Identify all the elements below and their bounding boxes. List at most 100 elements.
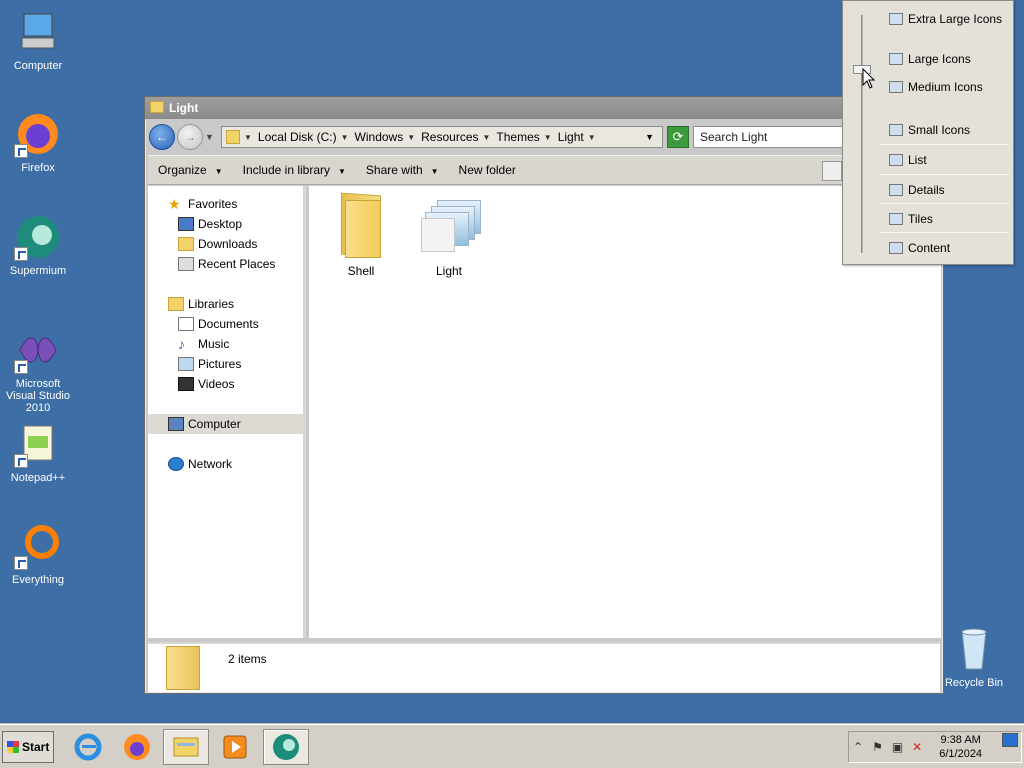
menu-item-list[interactable]: List — [889, 150, 927, 170]
chevron-down-icon: ▼ — [430, 167, 439, 176]
include-in-library-button[interactable]: Include in library ▼ — [243, 163, 346, 177]
view-menu[interactable]: Extra Large Icons Large Icons Medium Ico… — [842, 0, 1014, 265]
desktop-icon-everything[interactable]: Everything — [0, 522, 76, 586]
share-with-button[interactable]: Share with ▼ — [366, 163, 439, 177]
chevron-down-icon[interactable]: ▼ — [341, 133, 351, 142]
nav-label: Network — [188, 457, 233, 471]
desktop-icon-supermium[interactable]: Supermium — [0, 213, 76, 277]
computer-icon — [14, 8, 62, 56]
chevron-down-icon[interactable]: ▼ — [544, 133, 554, 142]
taskbar-supermium[interactable] — [263, 729, 309, 765]
taskbar-media-player[interactable] — [212, 729, 258, 765]
supermium-icon — [273, 734, 299, 760]
menu-item-small-icons[interactable]: Small Icons — [889, 120, 970, 140]
nav-documents[interactable]: Documents — [178, 314, 259, 334]
view-size-slider[interactable] — [861, 15, 863, 253]
menu-item-medium-icons[interactable]: Medium Icons — [889, 77, 983, 97]
organize-button[interactable]: Organize ▼ — [158, 163, 223, 177]
change-view-button[interactable] — [822, 161, 842, 181]
menu-item-large-icons[interactable]: Large Icons — [889, 49, 971, 69]
file-item-shell[interactable]: Shell — [321, 192, 401, 278]
breadcrumb-local-disk[interactable]: Local Disk (C:) — [254, 130, 341, 144]
nav-downloads[interactable]: Downloads — [178, 234, 257, 254]
action-center-flag-icon[interactable]: ⚑ — [872, 740, 883, 754]
show-hidden-icons-icon[interactable]: ⌃ — [853, 740, 863, 754]
pictures-icon — [178, 357, 194, 371]
everything-icon — [14, 522, 62, 570]
details-icon — [889, 184, 903, 196]
breadcrumb-themes[interactable]: Themes — [492, 130, 543, 144]
desktop-icon-visual-studio[interactable]: Microsoft Visual Studio 2010 — [0, 326, 76, 414]
system-tray: ⌃ ⚑ ▣ ✕ 9:38 AM 6/1/2024 — [848, 731, 1022, 763]
breadcrumb-windows[interactable]: Windows — [351, 130, 408, 144]
start-button[interactable]: Start — [2, 731, 54, 763]
chevron-down-icon[interactable]: ▼ — [588, 133, 598, 142]
shortcut-arrow-icon — [14, 556, 28, 570]
tiles-icon — [889, 213, 903, 225]
chevron-down-icon[interactable]: ▼ — [483, 133, 493, 142]
chevron-down-icon[interactable]: ▼ — [407, 133, 417, 142]
star-icon: ★ — [168, 196, 181, 212]
desktop-icon-recycle-bin[interactable]: Recycle Bin — [936, 625, 1012, 689]
back-button[interactable]: ← — [149, 124, 175, 150]
desktop-icon-firefox[interactable]: Firefox — [0, 110, 76, 174]
shortcut-arrow-icon — [14, 454, 28, 468]
show-desktop-icon[interactable] — [1002, 733, 1018, 747]
taskbar-firefox[interactable] — [114, 729, 160, 765]
nav-music[interactable]: ♪ Music — [178, 334, 229, 354]
nav-videos[interactable]: Videos — [178, 374, 234, 394]
menu-label: Small Icons — [908, 123, 971, 137]
theme-file-icon — [413, 194, 485, 254]
nav-favorites[interactable]: ★ Favorites — [168, 194, 237, 214]
nav-pictures[interactable]: Pictures — [178, 354, 241, 374]
desktop-icon-label: Supermium — [9, 265, 67, 277]
nav-label: Desktop — [198, 217, 243, 231]
nav-recent-places[interactable]: Recent Places — [178, 254, 275, 274]
file-item-light[interactable]: Light — [409, 194, 489, 278]
list-icon — [889, 154, 903, 166]
nav-libraries[interactable]: Libraries — [168, 294, 234, 314]
taskbar-internet-explorer[interactable] — [65, 729, 111, 765]
libraries-icon — [168, 297, 184, 311]
network-tray-icon[interactable]: ▣ — [892, 740, 903, 754]
visual-studio-icon — [14, 326, 62, 374]
address-dropdown-icon[interactable]: ▼ — [645, 132, 654, 142]
explorer-window[interactable]: Light ← → ▼ ▼ Local Disk (C:) ▼ Windows … — [144, 96, 944, 694]
title-bar[interactable]: Light — [145, 97, 943, 119]
firefox-icon — [14, 110, 62, 158]
address-bar-row: ← → ▼ ▼ Local Disk (C:) ▼ Windows ▼ Reso… — [149, 123, 939, 151]
desktop-icon-computer[interactable]: Computer — [0, 8, 76, 72]
menu-item-content[interactable]: Content — [889, 238, 950, 258]
chevron-down-icon[interactable]: ▼ — [244, 133, 254, 142]
new-folder-button[interactable]: New folder — [459, 163, 516, 177]
breadcrumb[interactable]: ▼ Local Disk (C:) ▼ Windows ▼ Resources … — [221, 126, 663, 148]
file-explorer-icon — [173, 737, 199, 757]
extra-large-icons-icon — [889, 13, 903, 25]
nav-desktop[interactable]: Desktop — [178, 214, 242, 234]
refresh-button[interactable]: ⟳ — [667, 126, 689, 148]
recent-places-icon — [178, 257, 194, 271]
breadcrumb-light[interactable]: Light — [554, 130, 588, 144]
nav-computer[interactable]: Computer — [168, 414, 241, 434]
small-icons-icon — [889, 124, 903, 136]
desktop-icon-label: Microsoft Visual Studio 2010 — [5, 378, 70, 414]
folder-icon — [337, 192, 385, 260]
volume-muted-icon[interactable]: ✕ — [912, 740, 922, 754]
clock-date: 6/1/2024 — [939, 748, 983, 760]
file-name: Light — [435, 264, 463, 278]
forward-button[interactable]: → — [177, 124, 203, 150]
clock[interactable]: 9:38 AM 6/1/2024 — [939, 733, 982, 761]
taskbar-file-explorer[interactable] — [163, 729, 209, 765]
file-name: Shell — [347, 264, 375, 278]
menu-item-tiles[interactable]: Tiles — [889, 209, 933, 229]
menu-label: Large Icons — [908, 52, 971, 66]
item-count: 2 items — [228, 652, 267, 666]
desktop-icon-notepadpp[interactable]: Notepad++ — [0, 420, 76, 484]
menu-item-details[interactable]: Details — [889, 180, 945, 200]
nav-network[interactable]: Network — [168, 454, 232, 474]
nav-label: Libraries — [188, 297, 235, 311]
menu-item-extra-large-icons[interactable]: Extra Large Icons — [889, 9, 1002, 29]
breadcrumb-resources[interactable]: Resources — [417, 130, 482, 144]
nav-label: Favorites — [188, 197, 238, 211]
history-dropdown-icon[interactable]: ▼ — [205, 132, 217, 142]
